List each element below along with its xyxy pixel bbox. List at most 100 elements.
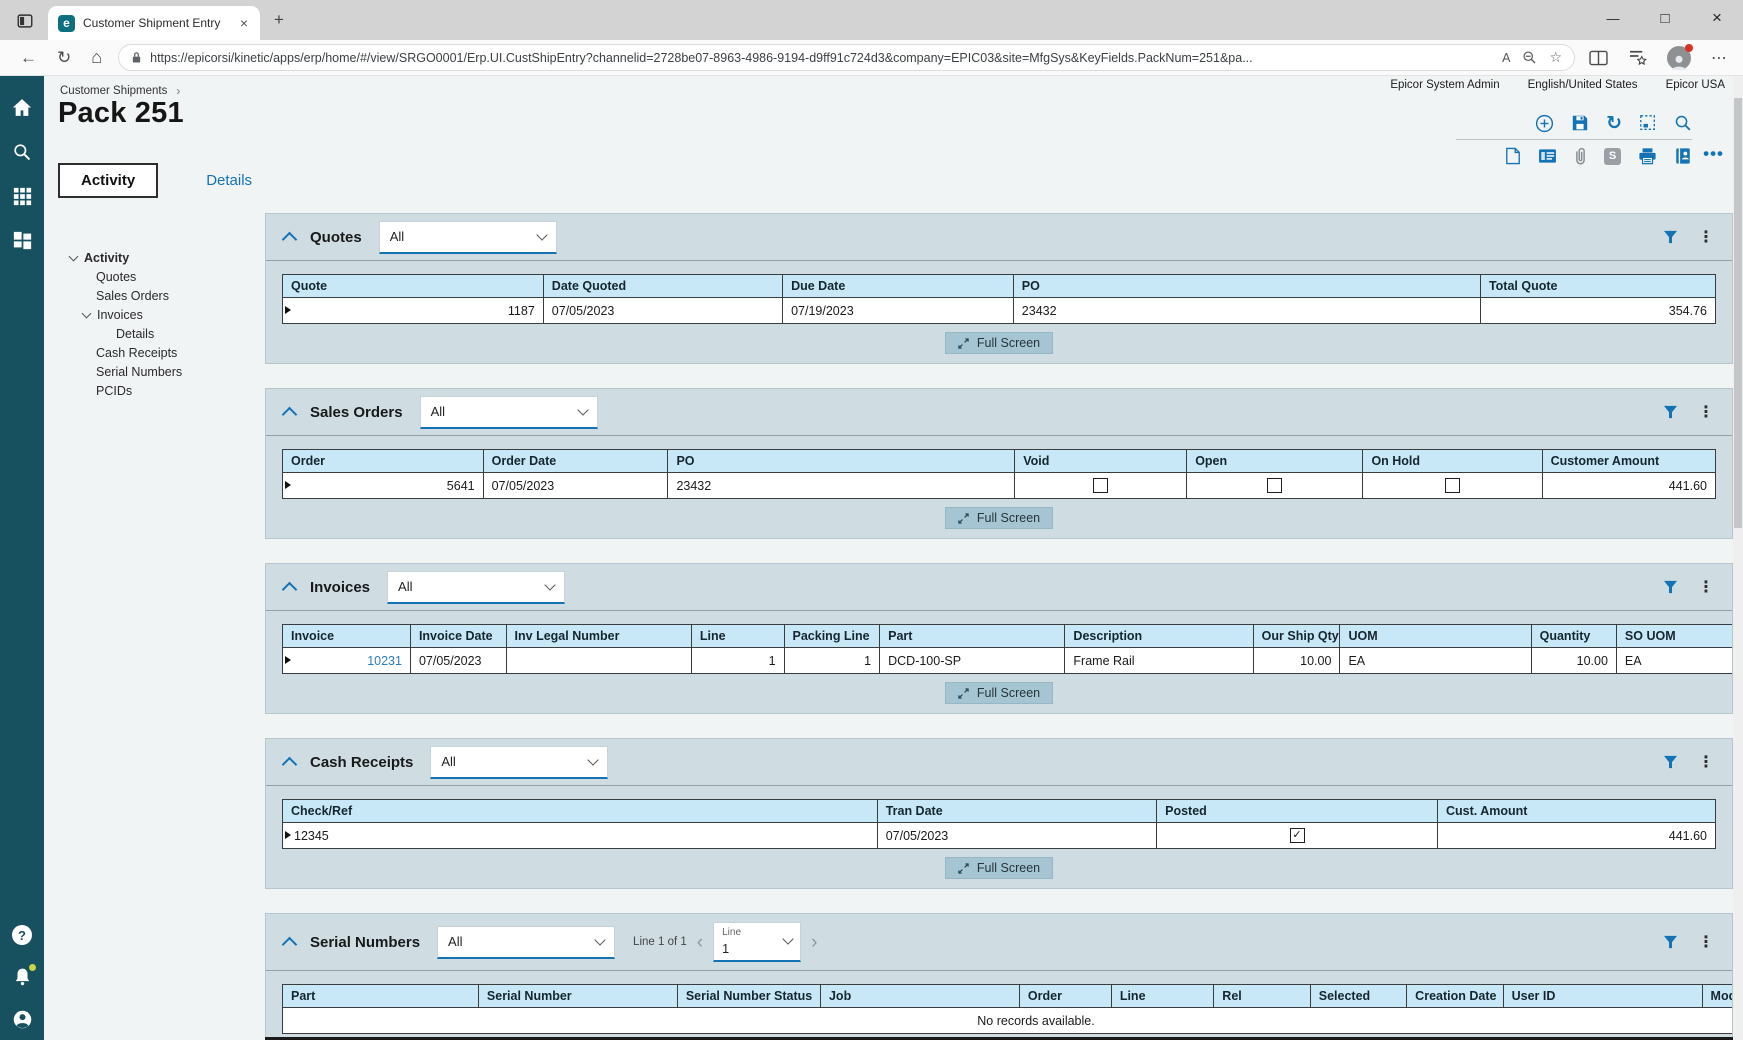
- browser-zoom-icon[interactable]: [1522, 50, 1537, 65]
- col-cust-amount[interactable]: Cust. Amount: [1437, 800, 1715, 823]
- col-serial-number-status[interactable]: Serial Number Status: [677, 985, 820, 1008]
- col-posted[interactable]: Posted: [1157, 800, 1438, 823]
- close-window-button[interactable]: ×: [1709, 8, 1725, 28]
- browser-tab[interactable]: e Customer Shipment Entry ×: [48, 6, 260, 40]
- browser-home-icon[interactable]: ⌂: [91, 47, 102, 68]
- collapse-chevron-icon[interactable]: [282, 406, 298, 422]
- favorites-bar-icon[interactable]: [1628, 49, 1647, 66]
- cash-receipts-full-screen-button[interactable]: Full Screen: [945, 857, 1053, 879]
- next-line-icon[interactable]: ›: [811, 933, 817, 952]
- new-record-icon[interactable]: [1535, 114, 1554, 133]
- quotes-row[interactable]: 1187 07/05/2023 07/19/2023 23432 354.76: [283, 298, 1716, 324]
- dashboard-icon[interactable]: [13, 231, 32, 250]
- chevron-down-icon[interactable]: [69, 251, 79, 261]
- quotes-filter-dropdown[interactable]: All: [379, 221, 557, 254]
- toolbar-overflow-button[interactable]: •••: [1703, 144, 1724, 164]
- home-icon[interactable]: [12, 98, 32, 117]
- col-invoice[interactable]: Invoice: [283, 625, 411, 648]
- tab-activity[interactable]: Activity: [58, 163, 158, 198]
- filter-icon[interactable]: [1663, 580, 1678, 594]
- browser-menu-icon[interactable]: ⋯: [1711, 48, 1727, 68]
- tab-actions-icon[interactable]: [16, 12, 34, 30]
- page-refresh-icon[interactable]: ↻: [57, 48, 71, 68]
- col-tran-date[interactable]: Tran Date: [877, 800, 1156, 823]
- filter-icon[interactable]: [1663, 230, 1678, 244]
- kebab-menu-icon[interactable]: ⋮: [1698, 932, 1714, 952]
- col-user-id[interactable]: User ID: [1503, 985, 1702, 1008]
- sales-orders-full-screen-button[interactable]: Full Screen: [945, 507, 1053, 529]
- back-icon[interactable]: ←: [20, 48, 37, 68]
- app-search-icon[interactable]: [1674, 114, 1692, 132]
- filter-icon[interactable]: [1663, 405, 1678, 419]
- col-job[interactable]: Job: [820, 985, 1019, 1008]
- col-line[interactable]: Line: [691, 625, 784, 648]
- scrollbar-thumb[interactable]: [1734, 98, 1742, 528]
- invoices-filter-dropdown[interactable]: All: [387, 571, 565, 604]
- kebab-menu-icon[interactable]: ⋮: [1698, 752, 1714, 772]
- col-description[interactable]: Description: [1065, 625, 1253, 648]
- tab-close-icon[interactable]: ×: [238, 15, 250, 31]
- maximize-button[interactable]: □: [1657, 10, 1673, 27]
- tree-item-invoice-details[interactable]: Details: [70, 324, 265, 343]
- new-tab-button[interactable]: +: [274, 10, 284, 30]
- save-icon[interactable]: [1571, 114, 1589, 132]
- tree-item-quotes[interactable]: Quotes: [70, 267, 265, 286]
- col-our-ship-qty[interactable]: Our Ship Qty: [1253, 625, 1340, 648]
- col-order[interactable]: Order: [1019, 985, 1111, 1008]
- invoice-link[interactable]: 10231: [367, 654, 402, 668]
- col-serial-number[interactable]: Serial Number: [478, 985, 677, 1008]
- col-on-hold[interactable]: On Hold: [1363, 450, 1542, 473]
- col-selected[interactable]: Selected: [1310, 985, 1406, 1008]
- line-select-dropdown[interactable]: Line 1: [713, 922, 801, 962]
- col-packing-line[interactable]: Packing Line: [784, 625, 880, 648]
- filter-icon[interactable]: [1663, 755, 1678, 769]
- col-open[interactable]: Open: [1187, 450, 1363, 473]
- tree-item-activity[interactable]: Activity: [70, 248, 265, 267]
- col-so-uom[interactable]: SO UOM: [1616, 625, 1732, 648]
- tree-item-cash-receipts[interactable]: Cash Receipts: [70, 343, 265, 362]
- col-uom[interactable]: UOM: [1340, 625, 1531, 648]
- collapse-chevron-icon[interactable]: [282, 936, 298, 952]
- col-creation-date[interactable]: Creation Date: [1407, 985, 1503, 1008]
- breadcrumb-link[interactable]: Customer Shipments: [60, 85, 167, 97]
- notifications-bell-icon[interactable]: [13, 967, 32, 987]
- col-date-quoted[interactable]: Date Quoted: [543, 275, 782, 298]
- split-screen-icon[interactable]: [1589, 50, 1608, 66]
- void-checkbox[interactable]: [1093, 478, 1108, 493]
- invoices-full-screen-button[interactable]: Full Screen: [945, 682, 1053, 704]
- profile-avatar[interactable]: [1667, 46, 1691, 70]
- cash-receipts-row[interactable]: 12345 07/05/2023 ✓ 441.60: [283, 823, 1716, 849]
- sales-orders-filter-dropdown[interactable]: All: [420, 396, 598, 429]
- user-profile-icon[interactable]: [12, 1009, 33, 1030]
- tree-item-pcids[interactable]: PCIDs: [70, 381, 265, 400]
- serial-numbers-filter-dropdown[interactable]: All: [437, 926, 615, 959]
- posted-checkbox[interactable]: ✓: [1290, 828, 1305, 843]
- col-check-ref[interactable]: Check/Ref: [283, 800, 878, 823]
- tab-details[interactable]: Details: [206, 172, 252, 189]
- col-order[interactable]: Order: [283, 450, 484, 473]
- refresh-icon[interactable]: ↻: [1606, 114, 1622, 133]
- search-icon[interactable]: [12, 142, 32, 162]
- kebab-menu-icon[interactable]: ⋮: [1698, 577, 1714, 597]
- tree-item-invoices[interactable]: Invoices: [70, 305, 265, 324]
- col-inv-legal-number[interactable]: Inv Legal Number: [506, 625, 691, 648]
- chevron-down-icon[interactable]: [82, 308, 92, 318]
- on-hold-checkbox[interactable]: [1445, 478, 1460, 493]
- minimize-button[interactable]: —: [1605, 11, 1621, 26]
- attachment-icon[interactable]: [1574, 147, 1587, 166]
- collapse-chevron-icon[interactable]: [282, 756, 298, 772]
- quotes-full-screen-button[interactable]: Full Screen: [945, 332, 1053, 354]
- memo-icon[interactable]: [1538, 148, 1557, 164]
- col-rel[interactable]: Rel: [1214, 985, 1310, 1008]
- invoices-row[interactable]: 10231 07/05/2023 1 1 DCD-100-SP Frame Ra…: [283, 648, 1733, 674]
- filter-icon[interactable]: [1663, 935, 1678, 949]
- kebab-menu-icon[interactable]: ⋮: [1698, 402, 1714, 422]
- tree-item-sales-orders[interactable]: Sales Orders: [70, 286, 265, 305]
- cash-receipts-filter-dropdown[interactable]: All: [430, 746, 608, 779]
- col-void[interactable]: Void: [1015, 450, 1187, 473]
- collapse-chevron-icon[interactable]: [282, 581, 298, 597]
- col-total-quote[interactable]: Total Quote: [1480, 275, 1715, 298]
- address-book-icon[interactable]: [1674, 147, 1692, 165]
- col-line[interactable]: Line: [1111, 985, 1213, 1008]
- col-part[interactable]: Part: [283, 985, 479, 1008]
